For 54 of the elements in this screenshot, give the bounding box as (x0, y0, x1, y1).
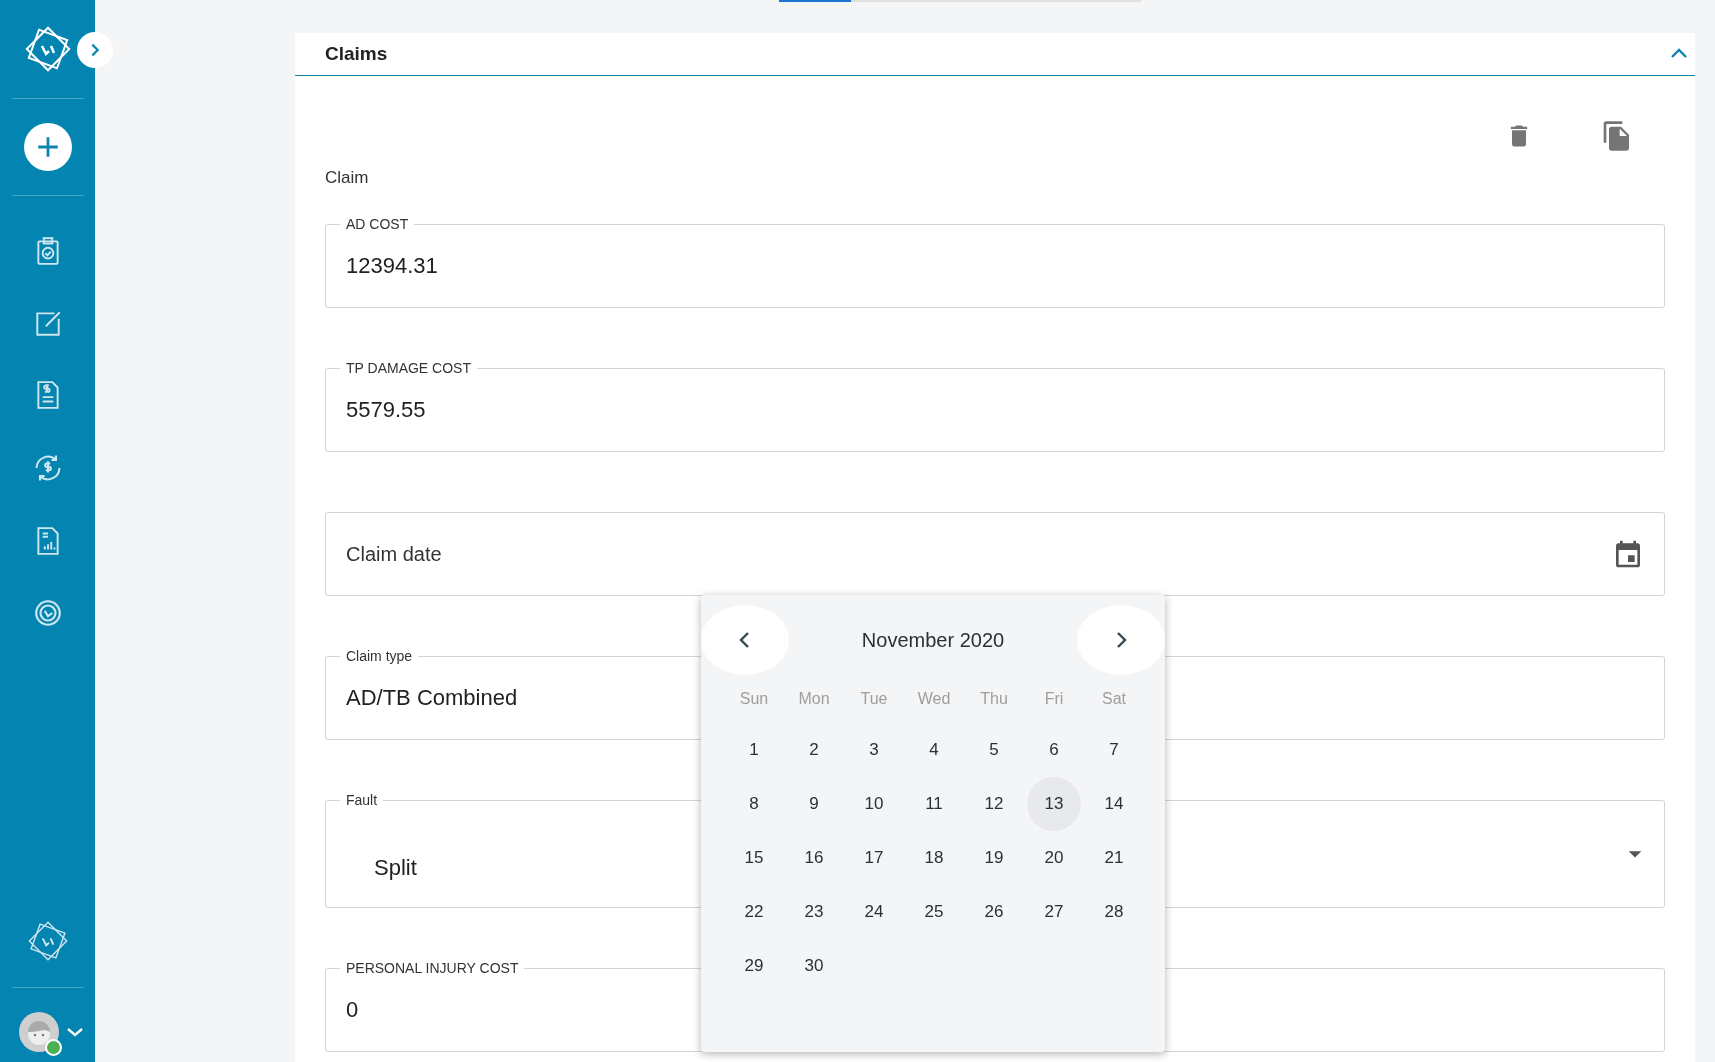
calendar-day[interactable]: 16 (787, 831, 841, 885)
calendar-day[interactable]: 17 (847, 831, 901, 885)
calendar-day[interactable]: 13 (1027, 777, 1081, 831)
month-title: November 2020 (861, 628, 1005, 652)
calendar-day[interactable]: 4 (907, 723, 961, 777)
calendar-day[interactable]: 21 (1087, 831, 1141, 885)
calendar-day[interactable]: 19 (967, 831, 1021, 885)
calendar-day[interactable]: 27 (1027, 885, 1081, 939)
calendar-day[interactable]: 30 (787, 939, 841, 993)
calendar-day[interactable]: 11 (907, 777, 961, 831)
calendar-day[interactable]: 26 (967, 885, 1021, 939)
field-value: 5579.55 (346, 397, 426, 423)
calendar-day[interactable]: 15 (727, 831, 781, 885)
circle-logo-icon[interactable] (32, 598, 63, 628)
calendar-day[interactable]: 25 (907, 885, 961, 939)
field-value: 12394.31 (346, 253, 438, 279)
calendar-day[interactable]: 23 (787, 885, 841, 939)
calendar-day[interactable]: 6 (1027, 723, 1081, 777)
field-label: AD COST (340, 216, 415, 232)
calendar-day[interactable]: 20 (1027, 831, 1081, 885)
expand-button[interactable] (77, 32, 113, 68)
weekday-label: Sun (738, 689, 770, 709)
field-value: Split (374, 855, 417, 881)
weekday-label: Mon (797, 689, 831, 709)
weekday-label: Tue (859, 689, 889, 709)
weekday-label: Wed (916, 689, 952, 709)
add-button[interactable] (23, 123, 72, 171)
calendar-day[interactable]: 9 (787, 777, 841, 831)
calendar-day[interactable]: 14 (1087, 777, 1141, 831)
field-label: Claim type (340, 648, 419, 664)
calendar-day[interactable]: 22 (727, 885, 781, 939)
calendar-day[interactable]: 2 (787, 723, 841, 777)
weekday-label: Sat (1101, 689, 1127, 709)
calendar-day[interactable]: 18 (907, 831, 961, 885)
section-title: Claims (325, 43, 388, 65)
calendar-day[interactable]: 7 (1087, 723, 1141, 777)
calendar-day[interactable]: 29 (727, 939, 781, 993)
calendar-day[interactable]: 12 (967, 777, 1021, 831)
calendar-day[interactable]: 8 (727, 777, 781, 831)
field-value: AD/TB Combined (346, 685, 518, 711)
weekday-label: Fri (1043, 689, 1065, 709)
weekday-label: Thu (979, 689, 1009, 709)
field-label: Fault (340, 792, 384, 808)
field-placeholder: Claim date (346, 542, 442, 566)
field-value: 0 (346, 997, 359, 1023)
calendar-day[interactable]: 5 (967, 723, 1021, 777)
calendar-day[interactable]: 24 (847, 885, 901, 939)
form-subtitle: Claim (325, 168, 370, 188)
calendar-day[interactable]: 10 (847, 777, 901, 831)
field-label: PERSONAL INJURY COST (340, 960, 525, 976)
calendar-day[interactable]: 3 (847, 723, 901, 777)
calendar-day[interactable]: 1 (727, 723, 781, 777)
calendar-day[interactable]: 28 (1087, 885, 1141, 939)
field-label: TP DAMAGE COST (340, 360, 477, 376)
